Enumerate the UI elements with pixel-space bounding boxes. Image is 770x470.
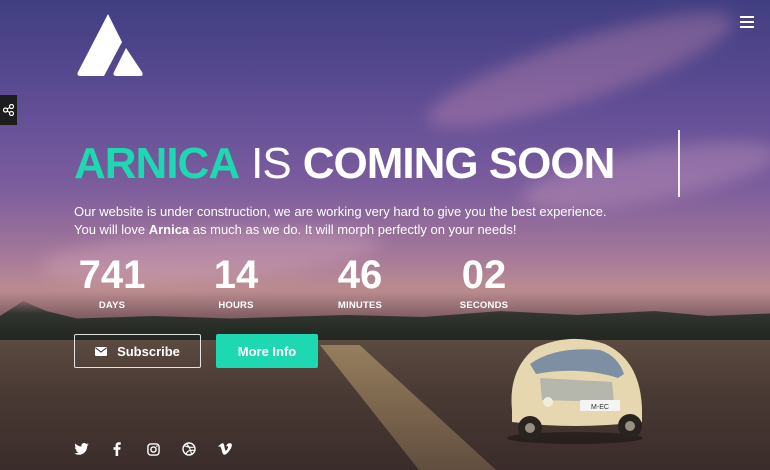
hamburger-menu-icon[interactable] — [740, 16, 754, 28]
svg-text:M-EC: M-EC — [591, 404, 609, 411]
countdown-value: 02 — [461, 253, 507, 297]
hero-section: M-EC ARNICA IS COMING SOON Our website i… — [0, 0, 770, 470]
sky-cloud — [418, 0, 742, 148]
page-headline: ARNICA IS COMING SOON — [74, 139, 616, 188]
countdown-value: 46 — [337, 253, 383, 297]
facebook-icon[interactable] — [109, 441, 125, 457]
envelope-icon — [95, 346, 108, 356]
page-description: Our website is under construction, we ar… — [74, 203, 654, 239]
countdown-value: 14 — [213, 253, 259, 297]
subscribe-button[interactable]: Subscribe — [74, 334, 201, 368]
headline-coming-soon: COMING SOON — [302, 139, 616, 188]
share-icon — [3, 104, 14, 116]
description-line-1: Our website is under construction, we ar… — [74, 204, 607, 219]
more-info-button[interactable]: More Info — [216, 334, 318, 368]
countdown-timer: 741 DAYS 14 HOURS 46 MINUTES 02 SECONDS — [74, 254, 570, 311]
share-button[interactable] — [0, 95, 17, 125]
countdown-label: SECONDS — [459, 300, 509, 311]
description-line-2-start: You will love — [74, 222, 149, 237]
countdown-label: HOURS — [218, 300, 254, 311]
background-car-image: M-EC — [507, 338, 643, 444]
social-links — [73, 441, 233, 457]
dribbble-icon[interactable] — [181, 441, 197, 457]
arnica-logo-icon[interactable] — [74, 14, 144, 76]
headline-is: IS — [251, 139, 292, 188]
countdown-minutes: 46 MINUTES — [322, 254, 446, 311]
description-brand: Arnica — [148, 222, 190, 237]
headline-brand: ARNICA — [74, 139, 240, 188]
countdown-hours: 14 HOURS — [198, 254, 322, 311]
instagram-icon[interactable] — [145, 441, 161, 457]
subscribe-label: Subscribe — [117, 343, 180, 359]
more-info-label: More Info — [237, 343, 297, 359]
countdown-days: 741 DAYS — [74, 254, 198, 311]
twitter-icon[interactable] — [73, 441, 89, 457]
countdown-seconds: 02 SECONDS — [446, 254, 570, 311]
description-line-2-end: as much as we do. It will morph perfectl… — [189, 222, 517, 237]
countdown-value: 741 — [78, 253, 146, 297]
countdown-label: MINUTES — [337, 300, 383, 311]
typing-cursor — [678, 130, 680, 197]
vimeo-icon[interactable] — [217, 441, 233, 457]
countdown-label: DAYS — [98, 300, 126, 311]
